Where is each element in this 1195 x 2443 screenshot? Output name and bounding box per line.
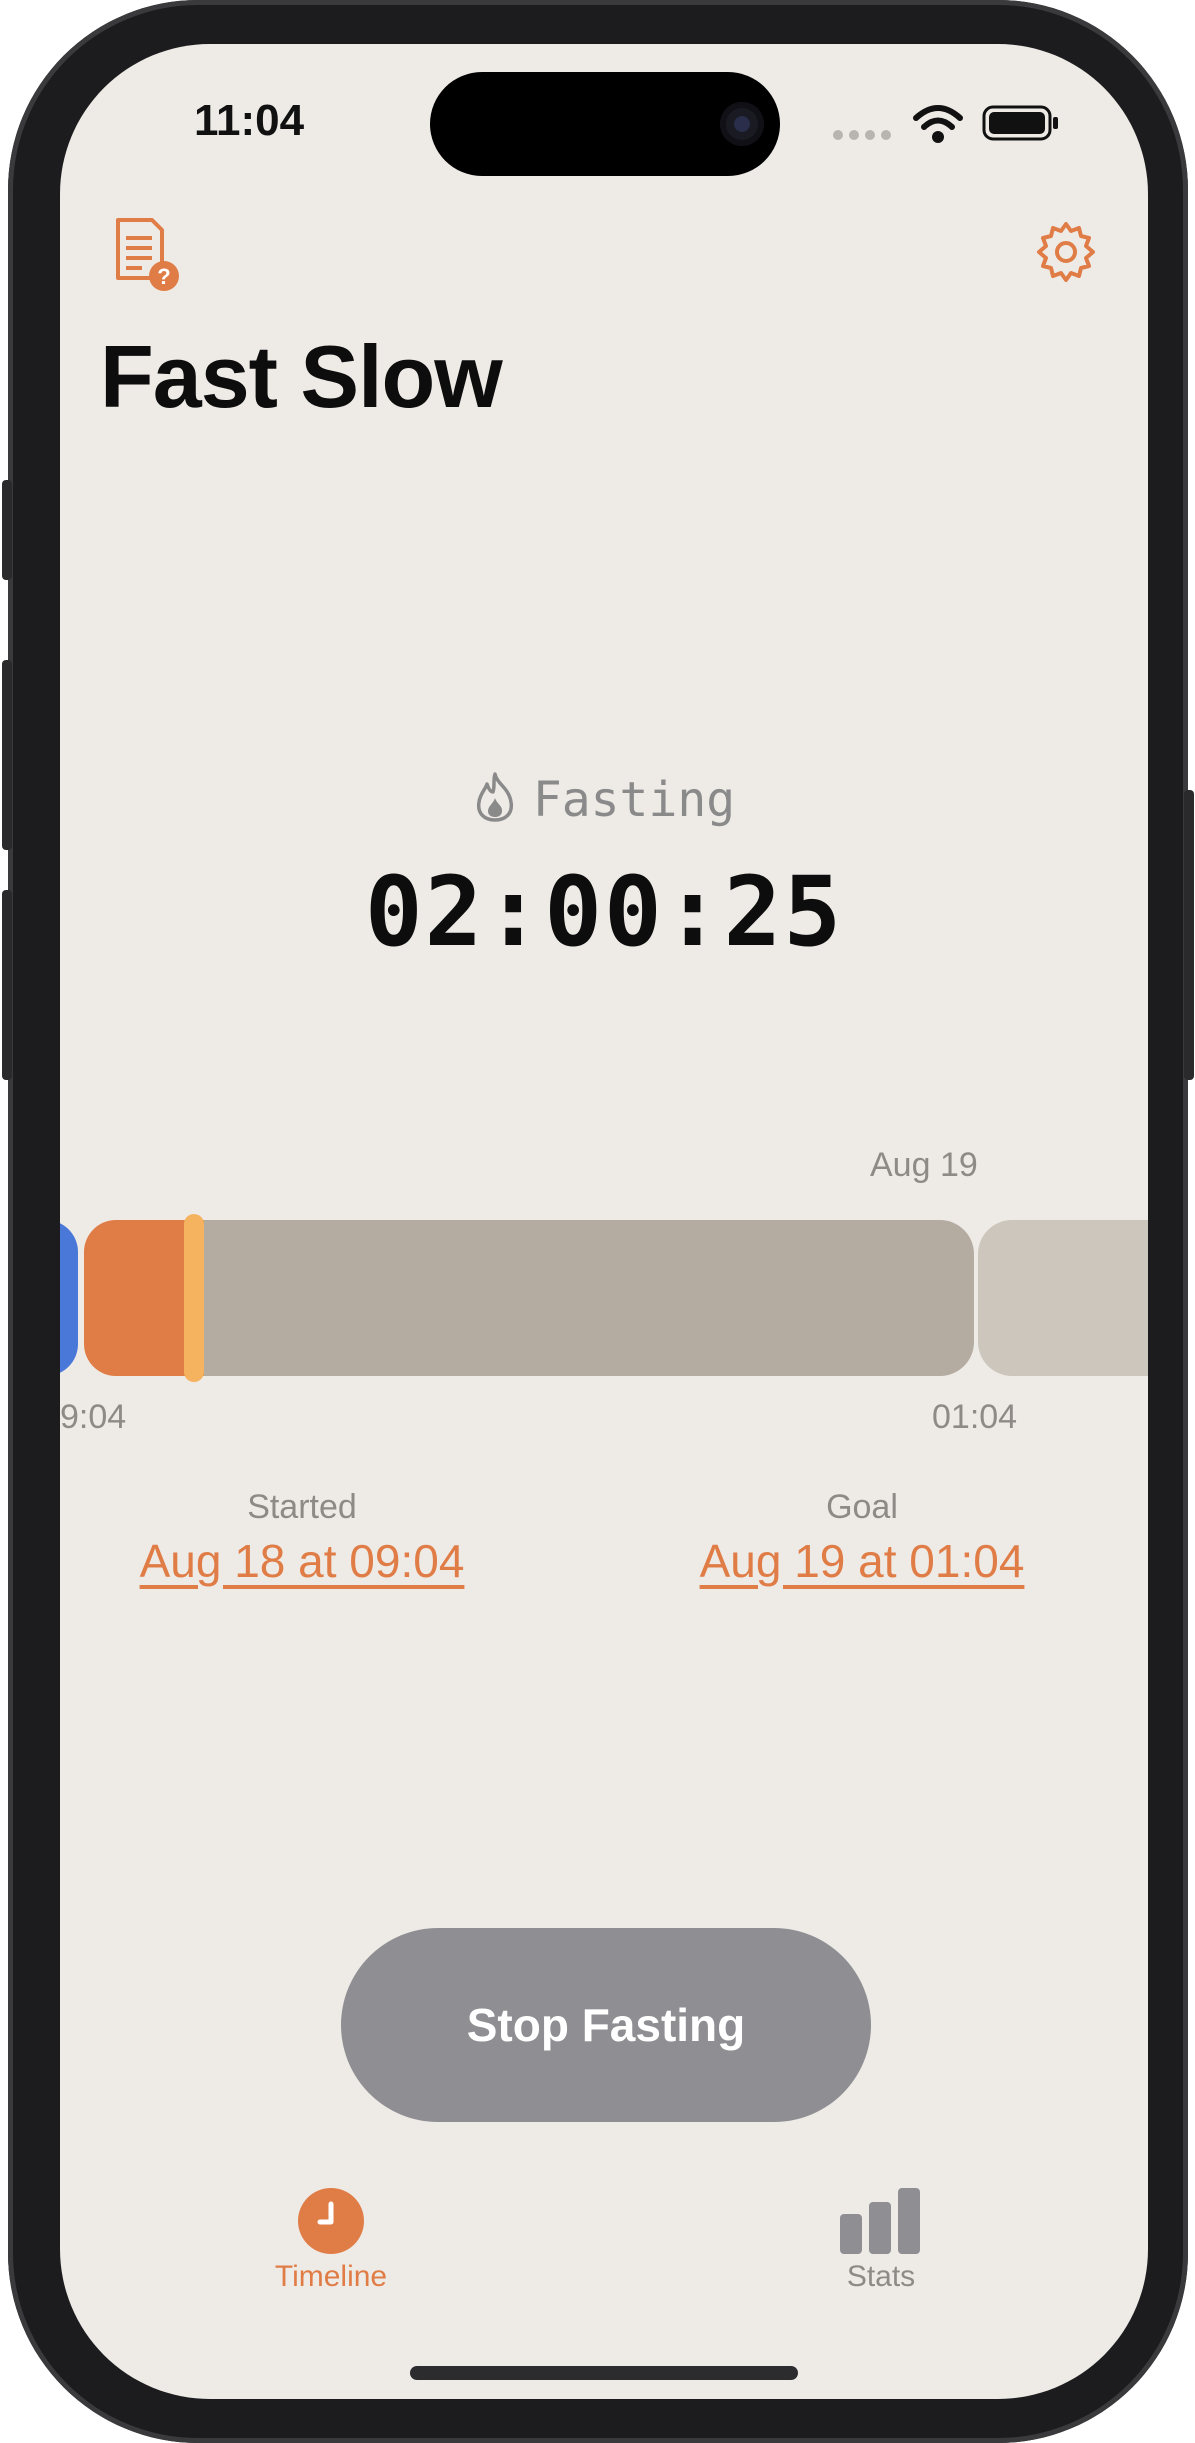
clock-icon xyxy=(298,2188,364,2259)
stop-fasting-button[interactable]: Stop Fasting xyxy=(341,1928,871,2122)
action-button xyxy=(2,480,12,580)
fasting-state: Fasting xyxy=(60,770,1148,836)
tab-timeline[interactable]: Timeline xyxy=(256,2188,406,2293)
tab-stats[interactable]: Stats xyxy=(806,2188,956,2293)
power-button xyxy=(1184,790,1194,1080)
flame-icon xyxy=(473,770,517,836)
front-camera xyxy=(720,102,764,146)
goal-label: Goal xyxy=(826,1488,898,1526)
fasting-state-label: Fasting xyxy=(532,772,736,828)
timeline-current-marker xyxy=(184,1214,204,1382)
timeline-end-tick: 01:04 xyxy=(932,1398,1018,1436)
goal-time-link[interactable]: Aug 19 at 01:04 xyxy=(660,1534,1064,1588)
document-question-icon[interactable]: ? xyxy=(108,216,186,297)
home-indicator[interactable] xyxy=(410,2366,798,2380)
timeline-start-tick: 9:04 xyxy=(60,1398,127,1436)
wifi-icon xyxy=(912,104,964,149)
timeline-next-block xyxy=(978,1220,1148,1376)
gear-icon[interactable] xyxy=(1032,218,1100,291)
screen: 11:04 ? Fast Slow Fasting 02:00:25 Aug 1… xyxy=(60,44,1148,2399)
timeline-date-label: Aug 19 xyxy=(870,1146,978,1184)
status-time: 11:04 xyxy=(194,96,305,145)
tab-timeline-label: Timeline xyxy=(274,2260,388,2293)
svg-text:?: ? xyxy=(157,264,170,289)
elapsed-timer: 02:00:25 xyxy=(364,856,844,968)
timeline-eating-block xyxy=(60,1220,78,1376)
timeline-fast-remaining xyxy=(204,1220,974,1376)
tab-stats-label: Stats xyxy=(846,2260,916,2293)
bar-chart-icon xyxy=(840,2188,922,2259)
phone-frame: 11:04 ? Fast Slow Fasting 02:00:25 Aug 1… xyxy=(2,0,1194,2443)
volume-up-button xyxy=(2,660,12,850)
battery-icon xyxy=(982,104,1062,147)
volume-down-button xyxy=(2,890,12,1080)
page-title: Fast Slow xyxy=(100,327,503,426)
cellular-signal-icon xyxy=(832,128,894,147)
started-time-link[interactable]: Aug 18 at 09:04 xyxy=(102,1534,502,1588)
started-label: Started xyxy=(247,1488,357,1526)
